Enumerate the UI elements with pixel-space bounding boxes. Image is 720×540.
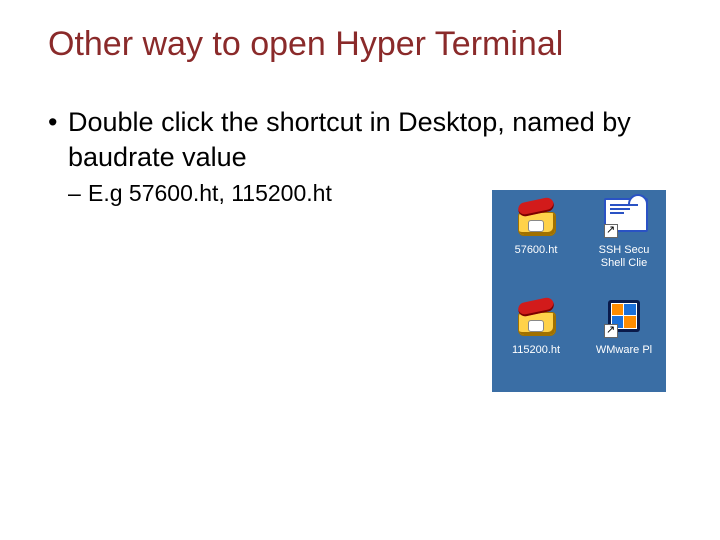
- shortcut-overlay-icon: [604, 224, 618, 238]
- desktop-icon-label: SSH Secu Shell Clie: [599, 244, 650, 269]
- desktop-icon-vmware[interactable]: WMware Pl: [580, 292, 666, 392]
- vmware-icon: [602, 296, 646, 340]
- hyperterminal-icon: [514, 196, 558, 240]
- desktop-icon-ssh[interactable]: SSH Secu Shell Clie: [580, 192, 666, 292]
- desktop-icon-label: 57600.ht: [515, 244, 558, 257]
- ssh-icon: [602, 196, 646, 240]
- bullet-text: Double click the shortcut in Desktop, na…: [68, 107, 631, 172]
- sub-bullet-text: E.g 57600.ht, 115200.ht: [88, 180, 332, 206]
- desktop-icon-grid: 57600.ht SSH Secu Shell Clie 115200.ht: [492, 190, 666, 392]
- shortcut-overlay-icon: [604, 324, 618, 338]
- desktop-icon-115200[interactable]: 115200.ht: [492, 292, 580, 392]
- hyperterminal-icon: [514, 296, 558, 340]
- desktop-icon-57600[interactable]: 57600.ht: [492, 192, 580, 292]
- desktop-icon-label: 115200.ht: [512, 344, 560, 357]
- desktop-screenshot: 57600.ht SSH Secu Shell Clie 115200.ht: [492, 190, 666, 392]
- slide-title: Other way to open Hyper Terminal: [48, 24, 672, 65]
- desktop-icon-label: WMware Pl: [596, 344, 652, 357]
